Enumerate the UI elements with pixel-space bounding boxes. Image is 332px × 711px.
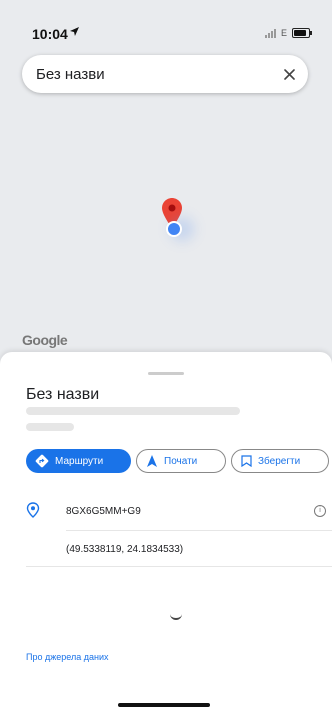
search-input[interactable]: Без назви: [36, 66, 105, 83]
directions-icon: [35, 454, 49, 468]
coordinates[interactable]: (49.5338119, 24.1834533): [66, 544, 183, 555]
divider: [66, 530, 332, 531]
data-source-link[interactable]: Про джерела даних: [26, 652, 108, 662]
directions-button[interactable]: Маршрути: [26, 449, 131, 473]
info-icon[interactable]: i: [314, 505, 326, 517]
status-bar: 10:04 E: [0, 0, 332, 58]
directions-label: Маршрути: [55, 455, 104, 467]
battery-icon: [292, 28, 312, 38]
navigation-arrow-icon: [147, 455, 157, 467]
location-pin-icon: [26, 502, 40, 518]
bookmark-icon: [241, 455, 252, 467]
status-time: 10:04: [32, 26, 68, 42]
search-bar[interactable]: Без назви: [22, 55, 308, 93]
place-title: Без назви: [26, 386, 100, 403]
signal-icon: [264, 28, 276, 38]
loading-placeholder: [26, 423, 74, 431]
home-indicator[interactable]: [118, 703, 210, 707]
close-icon[interactable]: [278, 63, 300, 85]
drag-handle[interactable]: [148, 372, 184, 375]
current-location-dot: [166, 221, 182, 237]
network-type: E: [280, 28, 287, 38]
start-label: Почати: [164, 455, 198, 467]
start-button[interactable]: Почати: [136, 449, 226, 473]
save-label: Зберегти: [258, 455, 301, 467]
loading-placeholder: [26, 407, 240, 415]
divider: [26, 566, 332, 567]
plus-code: 8GX6G5MM+G9: [66, 506, 141, 517]
save-button[interactable]: Зберегти: [231, 449, 329, 473]
loading-spinner: [170, 612, 182, 620]
location-arrow-icon: [70, 27, 79, 36]
action-buttons: Маршрути Почати Зберегти: [26, 449, 329, 473]
place-sheet: Без назви Маршрути Почати Зберегти 8GX6G…: [0, 352, 332, 711]
status-indicators: E: [264, 28, 312, 38]
plus-code-row[interactable]: 8GX6G5MM+G9 i: [26, 502, 326, 522]
google-logo: Google: [22, 332, 68, 348]
